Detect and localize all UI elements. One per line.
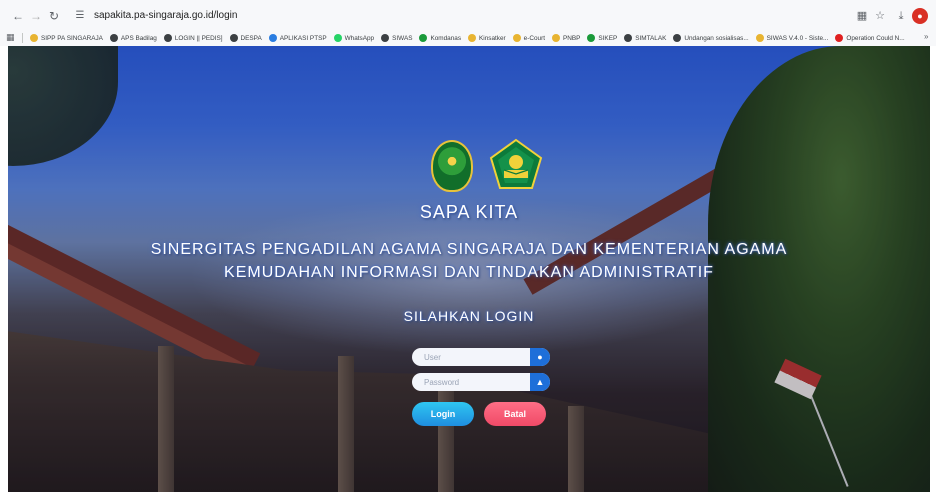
browser-chrome: ← → ↻ ☰ sapakita.pa-singaraja.go.id/logi…	[0, 0, 936, 46]
bookmark-label: SIKEP	[598, 34, 618, 42]
bookmark-item[interactable]: APLIKASI PTSP	[268, 31, 327, 45]
profile-avatar[interactable]: ●	[912, 8, 928, 24]
password-input[interactable]	[412, 373, 530, 391]
bookmark-item[interactable]: e-Court	[512, 31, 545, 45]
app-subtitle-line2: KEMUDAHAN INFORMASI DAN TINDAKAN ADMINIS…	[224, 264, 714, 281]
back-icon[interactable]: ←	[10, 8, 26, 24]
browser-toolbar: ← → ↻ ☰ sapakita.pa-singaraja.go.id/logi…	[0, 6, 936, 28]
login-prompt: SILAHKAN LOGIN	[403, 308, 535, 324]
bookmark-favicon-icon	[551, 34, 560, 42]
bookmark-label: SIPP PA SINGARAJA	[41, 34, 103, 42]
bookmark-item[interactable]: SIPP PA SINGARAJA	[30, 31, 103, 45]
login-page: SAPA KITA SINERGITAS PENGADILAN AGAMA SI…	[8, 46, 930, 492]
bookmark-label: APS Badilag	[120, 34, 157, 42]
bookmark-favicon-icon	[333, 34, 342, 42]
bookmark-label: LOGIN || PEDIS]	[174, 34, 223, 42]
bookmark-item[interactable]: APS Badilag	[109, 31, 157, 45]
bookmark-list: SIPP PA SINGARAJA APS Badilag LOGIN || PED…	[30, 31, 905, 45]
app-subtitle-line1: SINERGITAS PENGADILAN AGAMA SINGARAJA DA…	[150, 241, 788, 258]
bookmark-label: Komdanas	[430, 34, 462, 42]
reload-icon[interactable]: ↻	[46, 8, 62, 24]
bookmark-item[interactable]: LOGIN || PEDIS]	[163, 31, 223, 45]
bookmarks-bar: ▦ SIPP PA SINGARAJA APS Badilag LOGIN || P…	[0, 30, 936, 46]
bookmark-item[interactable]: SIKEP	[587, 31, 617, 45]
bookmark-favicon-icon	[512, 34, 521, 42]
bookmark-favicon-icon	[587, 34, 596, 42]
address-bar[interactable]: ☰ sapakita.pa-singaraja.go.id/login	[68, 6, 842, 26]
forward-icon[interactable]: →	[28, 8, 44, 24]
bookmark-label: e-Court	[523, 34, 545, 42]
pengadilan-agama-logo	[431, 140, 473, 192]
bookmark-favicon-icon	[229, 34, 238, 42]
user-input[interactable]	[412, 348, 530, 366]
more-bookmarks-icon[interactable]: »	[924, 32, 928, 41]
bookmark-star-icon[interactable]: ☆	[872, 8, 888, 24]
bookmark-item[interactable]: Komdanas	[419, 31, 461, 45]
bookmark-favicon-icon	[163, 34, 172, 42]
bookmark-favicon-icon	[381, 34, 390, 42]
bookmark-favicon-icon	[673, 34, 682, 42]
bookmark-item[interactable]: SIWAS V.4.0 - Siste...	[755, 31, 829, 45]
bookmark-item[interactable]: SIWAS	[381, 31, 412, 45]
login-button[interactable]: Login	[412, 402, 474, 426]
bookmark-label: DESPA	[240, 34, 262, 42]
bookmark-item[interactable]: PNBP	[551, 31, 581, 45]
bookmark-label: WhatsApp	[344, 34, 375, 42]
bookmark-label: Operation Could N...	[846, 34, 905, 42]
bookmark-label: Undangan sosialisas...	[684, 34, 749, 42]
bookmark-favicon-icon	[268, 34, 277, 42]
download-icon[interactable]: ⤓	[893, 8, 909, 24]
bookmark-favicon-icon	[755, 34, 764, 42]
bookmark-favicon-icon	[419, 34, 428, 42]
lock-icon: ▲	[530, 373, 550, 391]
bookmark-favicon-icon	[624, 34, 633, 42]
bookmark-label: APLIKASI PTSP	[279, 34, 327, 42]
user-icon: ●	[530, 348, 550, 366]
apps-grid-icon[interactable]: ▦	[6, 32, 16, 42]
bookmark-label: SIWAS V.4.0 - Siste...	[766, 34, 829, 42]
bookmarks-divider	[22, 33, 23, 43]
bookmark-label: PNBP	[562, 34, 581, 42]
bookmark-item[interactable]: SIMTALAK	[624, 31, 666, 45]
bookmark-label: SIMTALAK	[635, 34, 667, 42]
bookmark-item[interactable]: Operation Could N...	[835, 31, 905, 45]
bookmark-item[interactable]: Undangan sosialisas...	[673, 31, 749, 45]
bookmark-label: SIWAS	[392, 34, 413, 42]
cancel-button[interactable]: Batal	[484, 402, 546, 426]
bookmark-favicon-icon	[30, 34, 38, 42]
bookmark-favicon-icon	[468, 34, 477, 42]
bookmark-item[interactable]: DESPA	[229, 31, 262, 45]
kemenag-logo	[489, 138, 543, 189]
user-field[interactable]: ●	[412, 348, 550, 366]
password-field[interactable]: ▲	[412, 373, 550, 391]
bookmark-favicon-icon	[109, 34, 118, 42]
bookmark-item[interactable]: Kinsatker	[468, 31, 506, 45]
site-info-icon[interactable]: ☰	[72, 8, 88, 24]
translate-icon[interactable]: ▦	[854, 8, 870, 24]
bookmark-label: Kinsatker	[479, 34, 506, 42]
app-title: SAPA KITA	[419, 202, 519, 222]
bookmark-item[interactable]: WhatsApp	[333, 31, 375, 45]
url-text[interactable]: sapakita.pa-singaraja.go.id/login	[94, 10, 237, 21]
bookmark-favicon-icon	[835, 34, 844, 42]
